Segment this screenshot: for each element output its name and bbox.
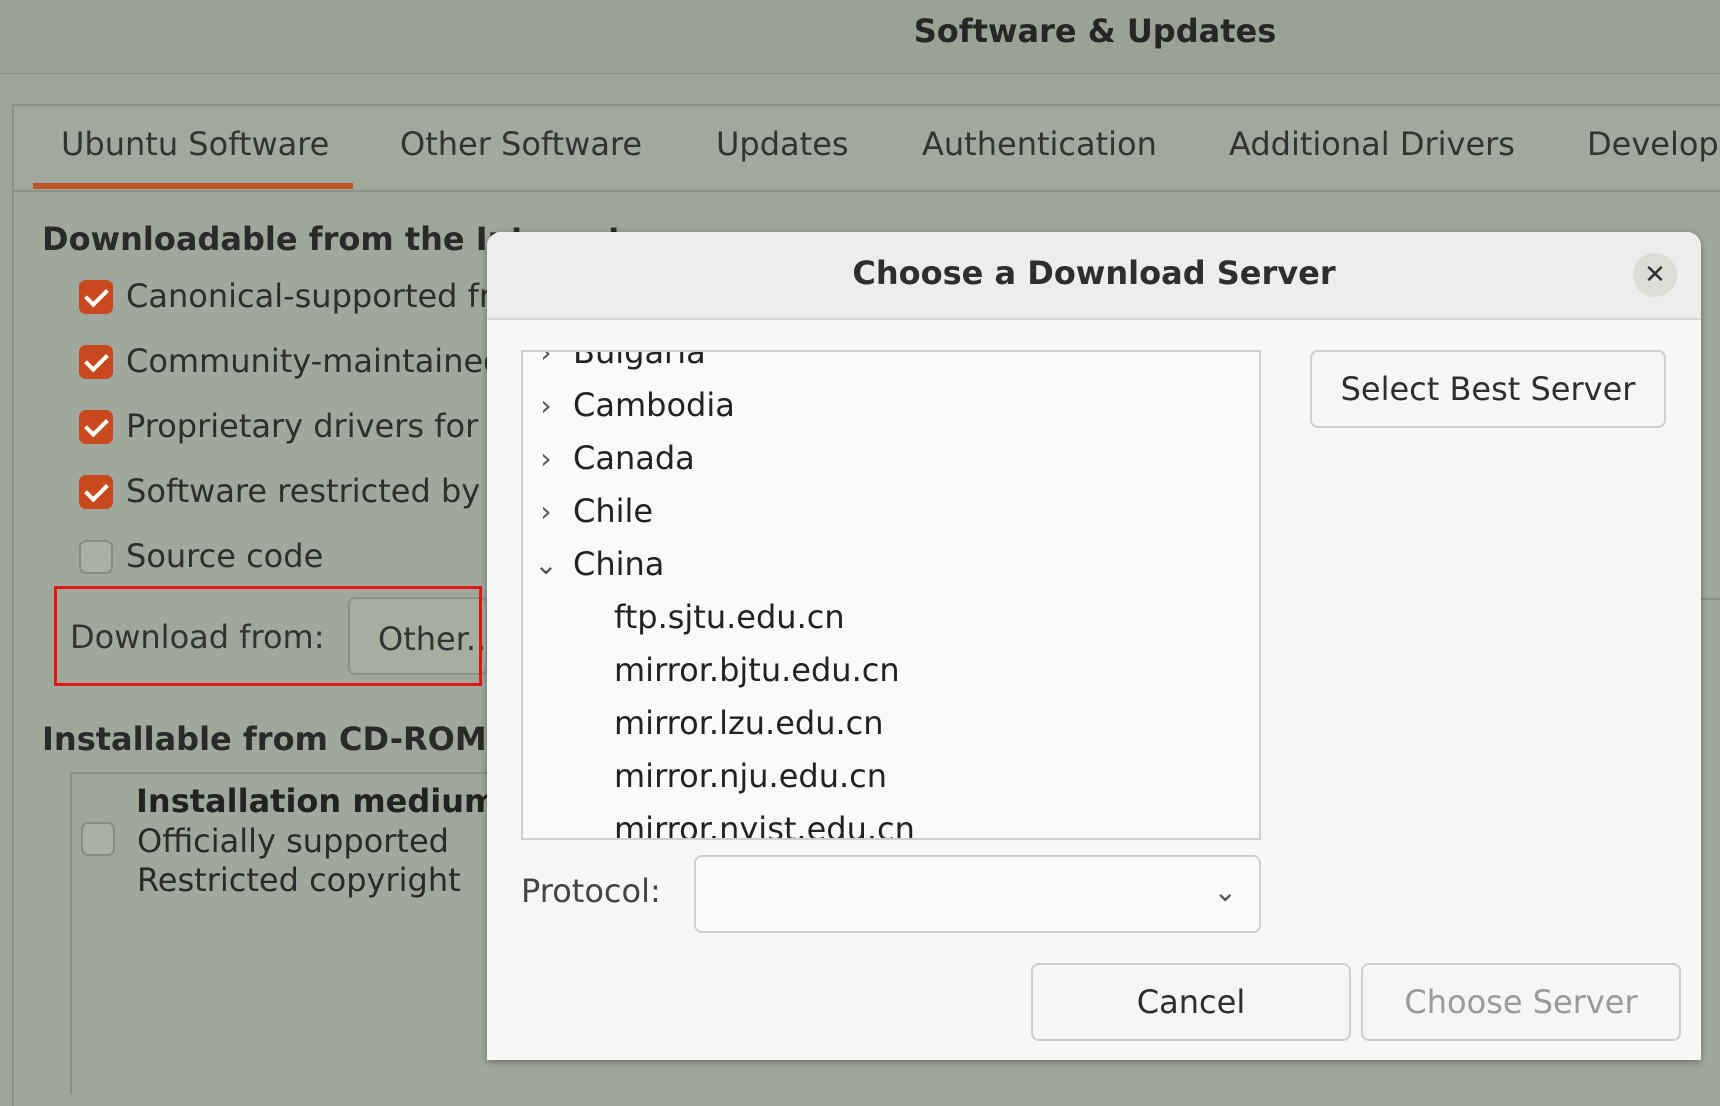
chevron-down-icon[interactable]: ⌄	[531, 538, 561, 591]
tree-row-country[interactable]: › Bulgaria	[523, 350, 1259, 379]
cdrom-medium-line: Officially supported	[137, 822, 449, 860]
tree-row-label: Chile	[573, 492, 654, 530]
chevron-right-icon[interactable]: ›	[531, 432, 561, 485]
tree-row-mirror[interactable]: mirror.nju.edu.cn	[523, 750, 1259, 803]
dialog-title: Choose a Download Server	[852, 254, 1336, 292]
active-tab-indicator	[33, 183, 353, 189]
tree-row-country[interactable]: › Cambodia	[523, 379, 1259, 432]
divider	[1700, 598, 1720, 600]
tree-row-label: mirror.bjtu.edu.cn	[614, 651, 900, 689]
choose-server-button[interactable]: Choose Server	[1361, 963, 1681, 1041]
tab-additional-drivers[interactable]: Additional Drivers	[1229, 125, 1515, 163]
chevron-right-icon[interactable]: ›	[531, 352, 561, 379]
tree-row-country[interactable]: ⌄ China	[523, 538, 1259, 591]
cdrom-list-frame	[70, 772, 552, 1094]
tree-row-label: Bulgaria	[573, 350, 706, 371]
tree-row-label: ftp.sjtu.edu.cn	[614, 598, 845, 636]
checkbox-cdrom[interactable]	[81, 822, 115, 856]
annotation-highlight-box	[54, 586, 482, 686]
option-source-code-label: Source code	[126, 537, 324, 575]
choose-server-dialog: Choose a Download Server ✕ › Bulgaria › …	[487, 232, 1701, 1060]
checkbox-restricted[interactable]	[79, 410, 113, 444]
window-titlebar: Software & Updates	[0, 0, 1720, 74]
tree-row-mirror[interactable]: mirror.bjtu.edu.cn	[523, 644, 1259, 697]
checkbox-multiverse[interactable]	[79, 475, 113, 509]
select-best-server-button[interactable]: Select Best Server	[1310, 350, 1666, 428]
close-icon[interactable]: ✕	[1633, 253, 1677, 297]
tree-row-label: mirror.nju.edu.cn	[614, 757, 888, 795]
tab-updates[interactable]: Updates	[716, 125, 849, 163]
tree-row-label: Canada	[573, 439, 695, 477]
tree-row-mirror[interactable]: mirror.nyist.edu.cn	[523, 803, 1259, 840]
chevron-down-icon: ⌄	[1213, 875, 1237, 908]
checkbox-universe[interactable]	[79, 345, 113, 379]
checkbox-source-code[interactable]	[79, 540, 113, 574]
tree-row-mirror[interactable]: ftp.sjtu.edu.cn	[523, 591, 1259, 644]
protocol-label: Protocol:	[521, 872, 661, 910]
cdrom-medium-line: Restricted copyright	[137, 861, 461, 899]
server-tree[interactable]: › Bulgaria › Cambodia › Canada › Chile ⌄…	[521, 350, 1261, 840]
tab-ubuntu-software[interactable]: Ubuntu Software	[61, 125, 329, 163]
tab-other-software[interactable]: Other Software	[400, 125, 642, 163]
tree-row-mirror[interactable]: mirror.lzu.edu.cn	[523, 697, 1259, 750]
tree-row-label: mirror.lzu.edu.cn	[614, 704, 884, 742]
chevron-right-icon[interactable]: ›	[531, 379, 561, 432]
tree-row-country[interactable]: › Canada	[523, 432, 1259, 485]
tree-row-label: Cambodia	[573, 386, 735, 424]
tab-developer-options[interactable]: Develope	[1587, 125, 1720, 163]
checkbox-main[interactable]	[79, 280, 113, 314]
protocol-dropdown[interactable]: ⌄	[694, 855, 1261, 933]
tab-authentication[interactable]: Authentication	[922, 125, 1157, 163]
chevron-right-icon[interactable]: ›	[531, 485, 561, 538]
tree-row-label: mirror.nyist.edu.cn	[614, 810, 915, 840]
tree-row-country[interactable]: › Chile	[523, 485, 1259, 538]
window-title: Software & Updates	[913, 12, 1277, 50]
tree-row-label: China	[573, 545, 665, 583]
cancel-button[interactable]: Cancel	[1031, 963, 1351, 1041]
cdrom-medium-title: Installation medium	[136, 782, 498, 820]
